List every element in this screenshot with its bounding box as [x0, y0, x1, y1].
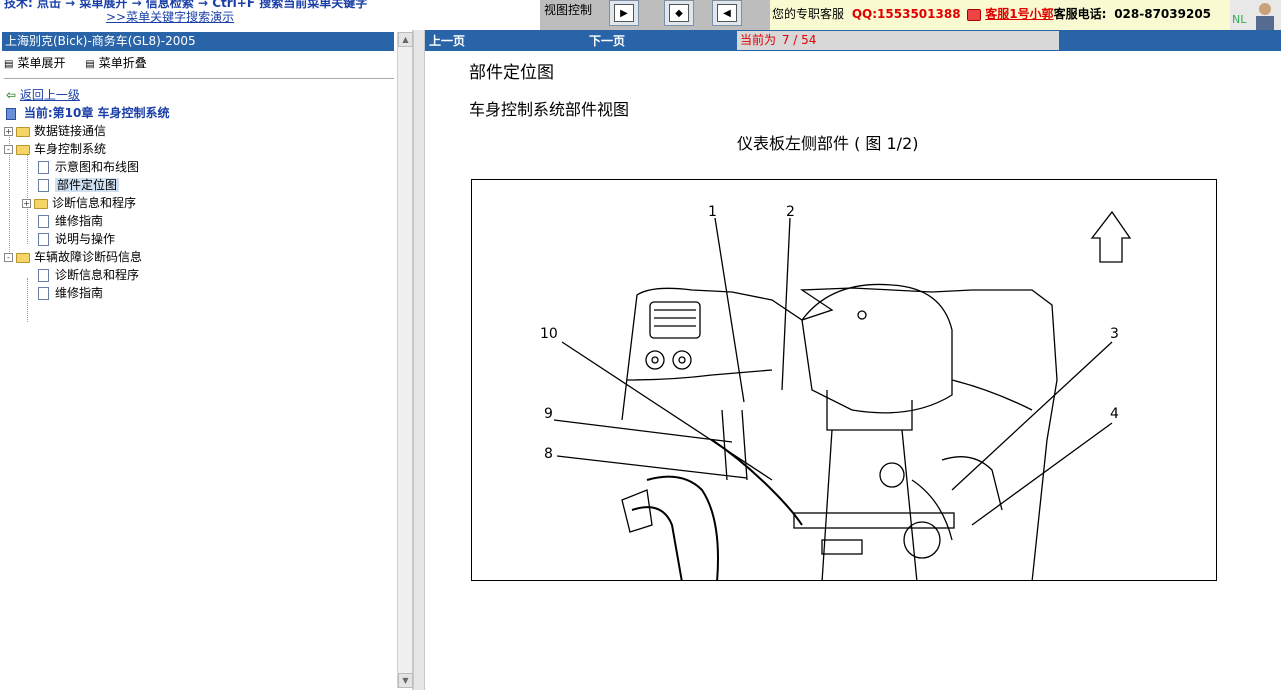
tree-item-diagnostics[interactable]: + 诊断信息和程序 [22, 194, 136, 212]
page-title: 部件定位图 [469, 63, 554, 83]
tree-item-dtc-diagnostics[interactable]: 诊断信息和程序 [38, 266, 139, 284]
phone-label: 客服电话: [1053, 7, 1107, 21]
left-scrollbar[interactable]: ▲ ▼ [397, 32, 413, 688]
document-icon [38, 215, 49, 228]
vehicle-title: 上海别克(Bick)-商务车(GL8)-2005 [2, 32, 394, 51]
avatar-text: NL [1232, 13, 1247, 26]
view-control: 视图控制 ▶ ◆ ◀ [540, 0, 770, 30]
tree-item-label: 维修指南 [55, 286, 104, 300]
document-icon [38, 269, 49, 282]
customer-service-link[interactable]: 客服1号小郭 [985, 7, 1053, 21]
tree-item-label: 车身控制系统 [34, 142, 107, 156]
book-icon [6, 107, 16, 120]
split-view-button[interactable]: ◆ [664, 0, 694, 26]
menu-collapse-label: 菜单折叠 [98, 56, 147, 70]
square-icon: ▤ [4, 59, 14, 70]
previous-page-button[interactable]: 上一页 [429, 32, 465, 49]
customer-service-bar: 您的专职客服 QQ:1553501388 客服1号小郭客服电话: 028-870… [770, 0, 1230, 30]
expand-icon[interactable]: + [4, 127, 13, 136]
page-navigation: 上一页 下一页 当前为 7 / 54 [425, 30, 1281, 51]
collapse-left-button[interactable]: ◀ [712, 0, 742, 26]
chat-icon [967, 8, 982, 21]
folder-open-icon [16, 144, 30, 155]
tree-item-body-control[interactable]: - 车身控制系统 [4, 140, 106, 158]
tree-item-description-operation[interactable]: 说明与操作 [38, 230, 115, 248]
document-icon [38, 287, 49, 300]
split-view-icon: ◆ [669, 4, 689, 22]
callout-2: 2 [786, 204, 795, 220]
section-title: 车身控制系统部件视图 [469, 100, 630, 119]
person-icon [1256, 3, 1274, 30]
collapse-left-icon: ◀ [717, 4, 737, 22]
tree-item-component-locator[interactable]: 部件定位图 [38, 176, 120, 194]
document-icon [38, 233, 49, 246]
tree-item-label: 诊断信息和程序 [52, 196, 137, 210]
tree-item-data-link[interactable]: + 数据链接通信 [4, 122, 106, 140]
menu-expand-label: 菜单展开 [17, 56, 66, 70]
help-area: 技术: 点击 → 菜单展开 → 信息检索 → Ctrl+F 搜索当前菜单关键字 … [0, 0, 540, 30]
collapse-icon[interactable]: - [4, 253, 13, 262]
document-icon [38, 179, 49, 192]
navigation-panel: 上海别克(Bick)-商务车(GL8)-2005 ▤ 菜单展开 ▤ 菜单折叠 ⇦ 返… [0, 30, 413, 690]
tree-item-dtc-info[interactable]: - 车辆故障诊断码信息 [4, 248, 142, 266]
service-label: 您的专职客服 [772, 7, 845, 21]
callout-3: 3 [1110, 326, 1119, 342]
tree-item-dtc-repair-guide[interactable]: 维修指南 [38, 284, 103, 302]
tree-item-label: 示意图和布线图 [55, 160, 140, 174]
tree-item-label: 维修指南 [55, 214, 104, 228]
document-icon [38, 161, 49, 174]
panel-splitter[interactable] [413, 30, 425, 690]
document-content: 部件定位图 车身控制系统部件视图 仪表板左侧部件 ( 图 1/2) 1 2 3 … [425, 51, 1281, 690]
scroll-down-icon[interactable]: ▼ [398, 673, 413, 688]
expand-right-button[interactable]: ▶ [609, 0, 639, 26]
page-prefix: 当前为 [740, 33, 777, 47]
expand-icon[interactable]: + [22, 199, 31, 208]
component-figure: 1 2 3 4 8 9 10 [471, 179, 1217, 581]
current-chapter: 当前:第10章 车身控制系统 [6, 104, 170, 122]
tree-item-label: 部件定位图 [55, 178, 120, 192]
folder-icon [34, 198, 48, 209]
scroll-up-icon[interactable]: ▲ [398, 32, 413, 47]
callout-8: 8 [544, 446, 553, 462]
divider [4, 78, 394, 79]
tree-item-repair-guide[interactable]: 维修指南 [38, 212, 103, 230]
callout-1: 1 [708, 204, 717, 220]
expand-right-icon: ▶ [614, 4, 634, 22]
page-indicator: 当前为 7 / 54 [737, 31, 1059, 50]
tree-item-schematics[interactable]: 示意图和布线图 [38, 158, 139, 176]
callout-9: 9 [544, 406, 553, 422]
square-icon: ▤ [85, 59, 95, 70]
folder-open-icon [16, 252, 30, 263]
tree-guide-line [27, 278, 28, 322]
figure-caption: 仪表板左侧部件 ( 图 1/2) [737, 134, 919, 153]
qq-link[interactable]: QQ:1553501388 [852, 7, 961, 21]
dashboard-illustration [553, 210, 1132, 580]
view-control-label: 视图控制 [544, 3, 593, 17]
tree-item-label: 诊断信息和程序 [55, 268, 140, 282]
folder-icon [16, 126, 30, 137]
next-page-button[interactable]: 下一页 [589, 32, 625, 49]
search-demo-link[interactable]: >>菜单关键字搜索演示 [106, 8, 234, 25]
menu-collapse-button[interactable]: ▤ 菜单折叠 [85, 56, 154, 70]
callout-4: 4 [1110, 406, 1119, 422]
current-chapter-label: 当前:第10章 车身控制系统 [23, 106, 170, 120]
menu-expand-button[interactable]: ▤ 菜单展开 [4, 56, 73, 70]
menu-controls: ▤ 菜单展开 ▤ 菜单折叠 [4, 54, 163, 71]
back-label: 返回上一级 [19, 88, 80, 102]
tree-item-label: 车辆故障诊断码信息 [34, 250, 143, 264]
callout-10: 10 [540, 326, 558, 342]
top-banner: 技术: 点击 → 菜单展开 → 信息检索 → Ctrl+F 搜索当前菜单关键字 … [0, 0, 1281, 30]
avatar: NL [1230, 0, 1281, 30]
tree-item-label: 数据链接通信 [34, 124, 107, 138]
collapse-icon[interactable]: - [4, 145, 13, 154]
back-arrow-icon: ⇦ [6, 88, 17, 102]
back-link[interactable]: ⇦ 返回上一级 [6, 86, 80, 104]
tree-item-label: 说明与操作 [55, 232, 116, 246]
phone-number: 028-87039205 [1114, 7, 1212, 21]
page-number: 7 / 54 [781, 33, 817, 47]
